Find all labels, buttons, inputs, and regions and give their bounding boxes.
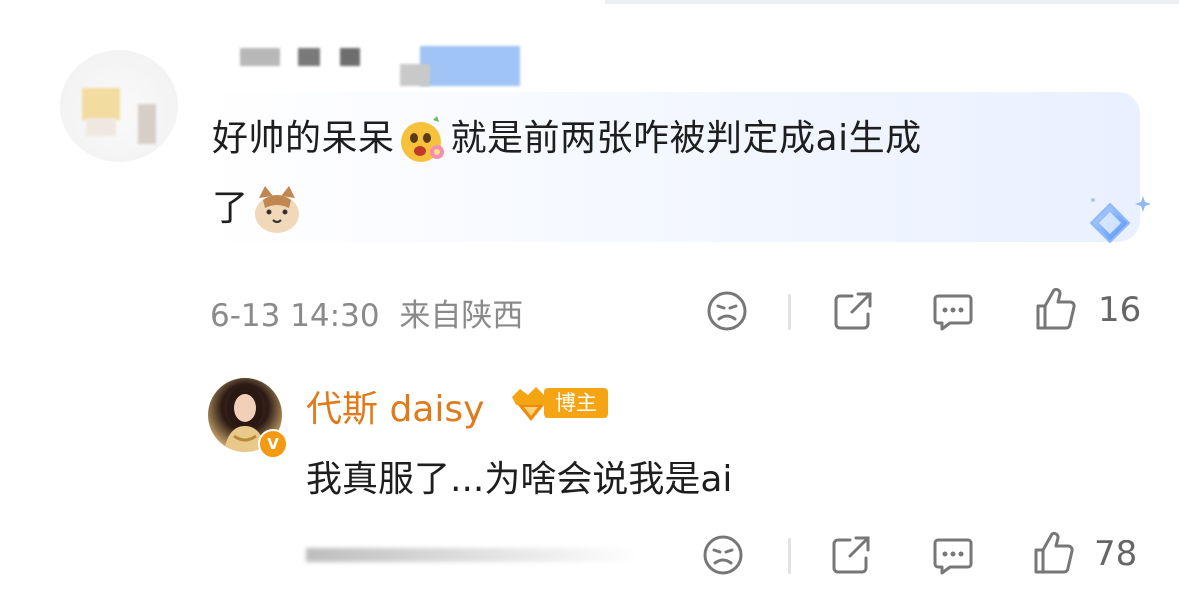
comment-text-part2: 就是前两张咋被判定成ai生成: [450, 118, 922, 159]
dislike-face-icon[interactable]: [700, 532, 746, 578]
like-thumb-icon[interactable]: [1032, 286, 1078, 332]
comment-like-count: 16: [1098, 290, 1142, 330]
share-icon[interactable]: [830, 288, 876, 334]
top-divider: [605, 0, 1179, 4]
reply-like-count: 78: [1094, 534, 1138, 574]
comment-text-part3: 了: [212, 188, 249, 229]
reply-comment-icon[interactable]: [930, 532, 976, 578]
reply-text[interactable]: 我真服了...为啥会说我是ai: [306, 450, 732, 502]
dislike-face-icon[interactable]: [704, 288, 750, 334]
share-icon[interactable]: [828, 532, 874, 578]
reply-comment-icon[interactable]: [930, 288, 976, 334]
like-thumb-icon[interactable]: [1030, 530, 1076, 576]
comment-actions: 16: [0, 286, 1179, 338]
comment-text[interactable]: 好帅的呆呆 就是前两张咋被判定成ai生成了: [212, 104, 1112, 244]
cat-face-icon: [254, 186, 299, 233]
blogger-tag-label: 博主: [544, 388, 608, 418]
verified-v-badge: V: [258, 429, 288, 459]
reply-author-name[interactable]: 代斯 daisy: [306, 380, 484, 432]
ai-sparkle-diamond-icon: [1089, 196, 1151, 244]
action-separator: [788, 294, 791, 330]
smiling-face-with-flower-icon: [400, 116, 444, 162]
comment-text-part1: 好帅的呆呆: [212, 118, 395, 159]
action-separator: [788, 538, 791, 574]
reply-actions: 78: [0, 530, 1179, 582]
